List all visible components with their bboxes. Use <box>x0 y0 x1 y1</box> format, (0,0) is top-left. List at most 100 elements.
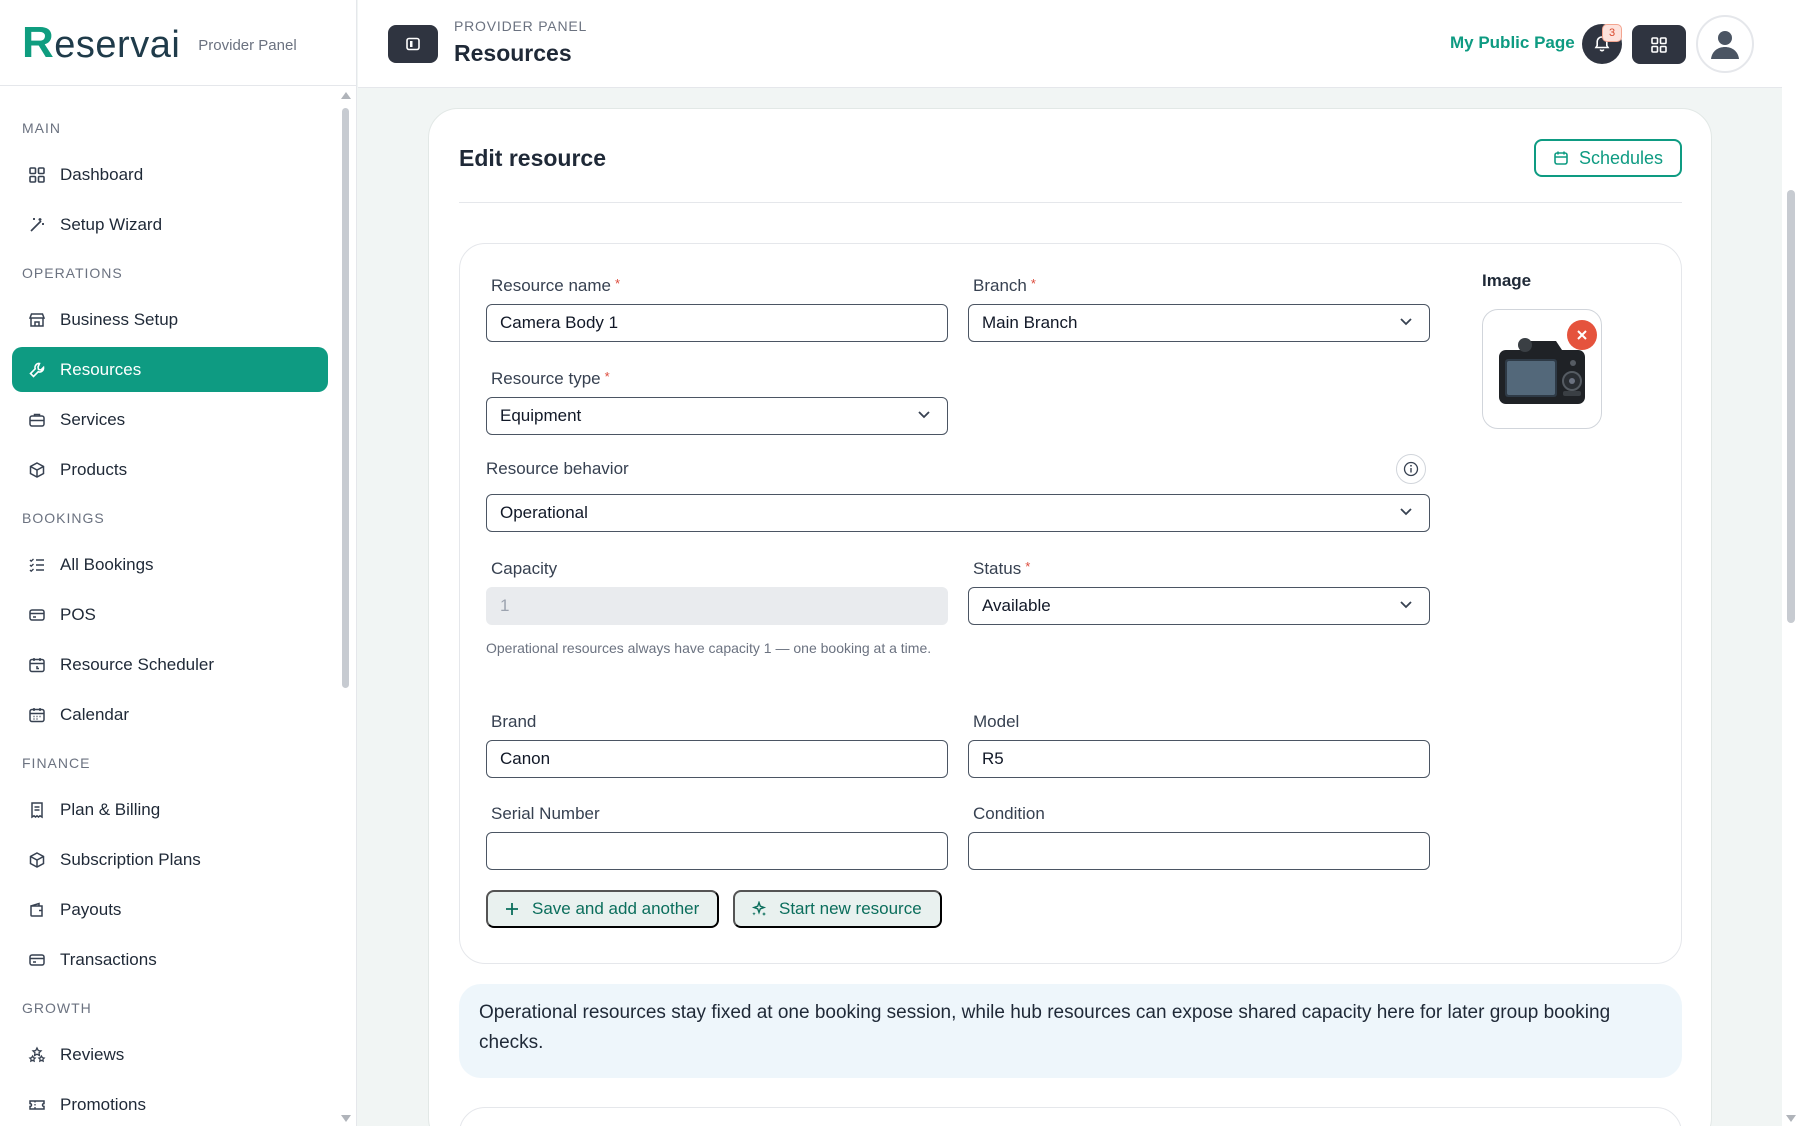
sidebar-item-label: Products <box>60 459 128 479</box>
sidebar-item-label: Reviews <box>60 1044 125 1064</box>
sidebar-item-promotions[interactable]: Promotions <box>12 1082 328 1126</box>
capacity-input: 1 <box>486 587 948 625</box>
receipt-icon <box>28 801 46 819</box>
box-icon <box>28 851 46 869</box>
image-label: Image <box>1482 271 1532 290</box>
section-label: BOOKINGS <box>22 510 105 526</box>
model-input[interactable]: R5 <box>968 740 1430 778</box>
resource-name-input[interactable]: Camera Body 1 <box>486 304 948 342</box>
status-label-text: Status <box>973 559 1022 578</box>
behavior-info-button[interactable] <box>1396 454 1426 484</box>
sidebar-item-subscription-plans[interactable]: Subscription Plans <box>12 837 328 882</box>
sidebar-item-label: Subscription Plans <box>60 849 201 869</box>
serial-label: Serial Number <box>491 804 600 823</box>
branch-select[interactable]: Main Branch <box>968 304 1430 342</box>
divider <box>459 202 1682 203</box>
sidebar-item-transactions[interactable]: Transactions <box>12 937 328 982</box>
required-marker: * <box>1025 559 1031 574</box>
behavior-select[interactable]: Operational <box>486 494 1430 532</box>
public-page-link[interactable]: My Public Page <box>1450 33 1575 53</box>
behavior-value: Operational <box>500 503 588 522</box>
sidebar-item-calendar[interactable]: Calendar <box>12 692 328 737</box>
save-and-add-another-button[interactable]: Save and add another <box>486 890 719 928</box>
brand: Reservai Provider Panel <box>0 0 356 86</box>
breadcrumb: PROVIDER PANEL <box>454 18 588 34</box>
sidebar-item-label: Services <box>60 409 126 429</box>
card-icon <box>28 951 46 969</box>
remove-image-button[interactable] <box>1567 320 1597 350</box>
grid-icon <box>1651 36 1667 53</box>
sidebar-item-resource-scheduler[interactable]: Resource Scheduler <box>12 642 328 687</box>
sidebar-item-plan-billing[interactable]: Plan & Billing <box>12 787 328 832</box>
sidebar-item-label: Resource Scheduler <box>60 654 215 674</box>
ticket-icon <box>28 1096 46 1114</box>
sidebar-scrollbar[interactable] <box>340 90 352 1126</box>
scroll-thumb[interactable] <box>342 108 349 688</box>
chevron-down-icon <box>1400 508 1412 516</box>
logo-text: eservai <box>54 23 181 66</box>
plus-icon <box>506 903 518 915</box>
sidebar-item-label: Business Setup <box>60 309 179 329</box>
brand-logo[interactable]: Reservai <box>22 18 180 68</box>
box-icon <box>28 461 46 479</box>
apps-button[interactable] <box>1632 25 1686 64</box>
brand-subtitle: Provider Panel <box>198 37 297 54</box>
sidebar-toggle-button[interactable] <box>388 25 438 63</box>
start-new-resource-label: Start new resource <box>779 899 922 918</box>
sidebar-item-dashboard[interactable]: Dashboard <box>12 152 328 197</box>
required-marker: * <box>615 276 621 291</box>
user-avatar[interactable] <box>1696 15 1754 73</box>
brand-input[interactable]: Canon <box>486 740 948 778</box>
serial-input[interactable] <box>486 832 948 870</box>
page-scrollbar[interactable] <box>1782 0 1800 1126</box>
sidebar-item-services[interactable]: Services <box>12 397 328 442</box>
resource-name-label-text: Resource name <box>491 276 612 295</box>
brand-label: Brand <box>491 712 537 731</box>
section-label: MAIN <box>22 120 61 136</box>
branch-value: Main Branch <box>982 313 1078 332</box>
scroll-down-arrow[interactable] <box>341 1115 351 1122</box>
section-label: OPERATIONS <box>22 265 123 281</box>
sidebar-item-label: Promotions <box>60 1094 146 1114</box>
behavior-label: Resource behavior <box>486 459 629 478</box>
resource-type-value: Equipment <box>500 406 582 425</box>
sidebar-item-all-bookings[interactable]: All Bookings <box>12 542 328 587</box>
condition-input[interactable] <box>968 832 1430 870</box>
calendar-clock-icon <box>28 656 46 674</box>
status-select[interactable]: Available <box>968 587 1430 625</box>
start-new-resource-button[interactable]: Start new resource <box>733 890 942 928</box>
sidebar-item-reviews[interactable]: Reviews <box>12 1032 328 1077</box>
resource-name-label: Resource name * <box>491 276 620 296</box>
capacity-label: Capacity <box>491 559 558 578</box>
sidebar-item-setup-wizard[interactable]: Setup Wizard <box>12 202 328 247</box>
sidebar-item-pos[interactable]: POS <box>12 592 328 637</box>
scroll-up-arrow[interactable] <box>341 92 351 99</box>
chevron-down-icon <box>1400 318 1412 326</box>
chevron-down-icon <box>918 411 930 419</box>
resource-form: Resource name * Camera Body 1 Branch * Mai… <box>459 243 1682 964</box>
branch-label: Branch * <box>973 276 1036 296</box>
resource-name-value: Camera Body 1 <box>500 313 619 332</box>
sidebar-item-business-setup[interactable]: Business Setup <box>12 297 328 342</box>
briefcase-icon <box>28 411 46 429</box>
page-scroll-down-arrow[interactable] <box>1786 1115 1796 1122</box>
info-icon <box>1403 461 1419 477</box>
status-value: Available <box>982 596 1051 615</box>
sidebar-item-label: Payouts <box>60 899 122 919</box>
sidebar-item-products[interactable]: Products <box>12 447 328 492</box>
sidebar-item-resources[interactable]: Resources <box>12 347 328 392</box>
sidebar-item-label: Calendar <box>60 704 129 724</box>
page-scroll-thumb[interactable] <box>1787 190 1795 623</box>
resource-type-select[interactable]: Equipment <box>486 397 948 435</box>
capacity-value: 1 <box>500 596 510 615</box>
chevron-down-icon <box>1400 601 1412 609</box>
topbar: PROVIDER PANEL Resources My Public Page … <box>358 0 1782 88</box>
schedules-button[interactable]: Schedules <box>1534 139 1682 177</box>
sidebar-item-payouts[interactable]: Payouts <box>12 887 328 932</box>
card-icon <box>28 606 46 624</box>
resource-type-label-text: Resource type <box>491 369 601 388</box>
brand-value: Canon <box>500 749 551 768</box>
schedules-label: Schedules <box>1578 147 1664 168</box>
status-label: Status * <box>973 559 1030 579</box>
edit-resource-card: Edit resource Schedules Resource name * C… <box>428 108 1712 1126</box>
